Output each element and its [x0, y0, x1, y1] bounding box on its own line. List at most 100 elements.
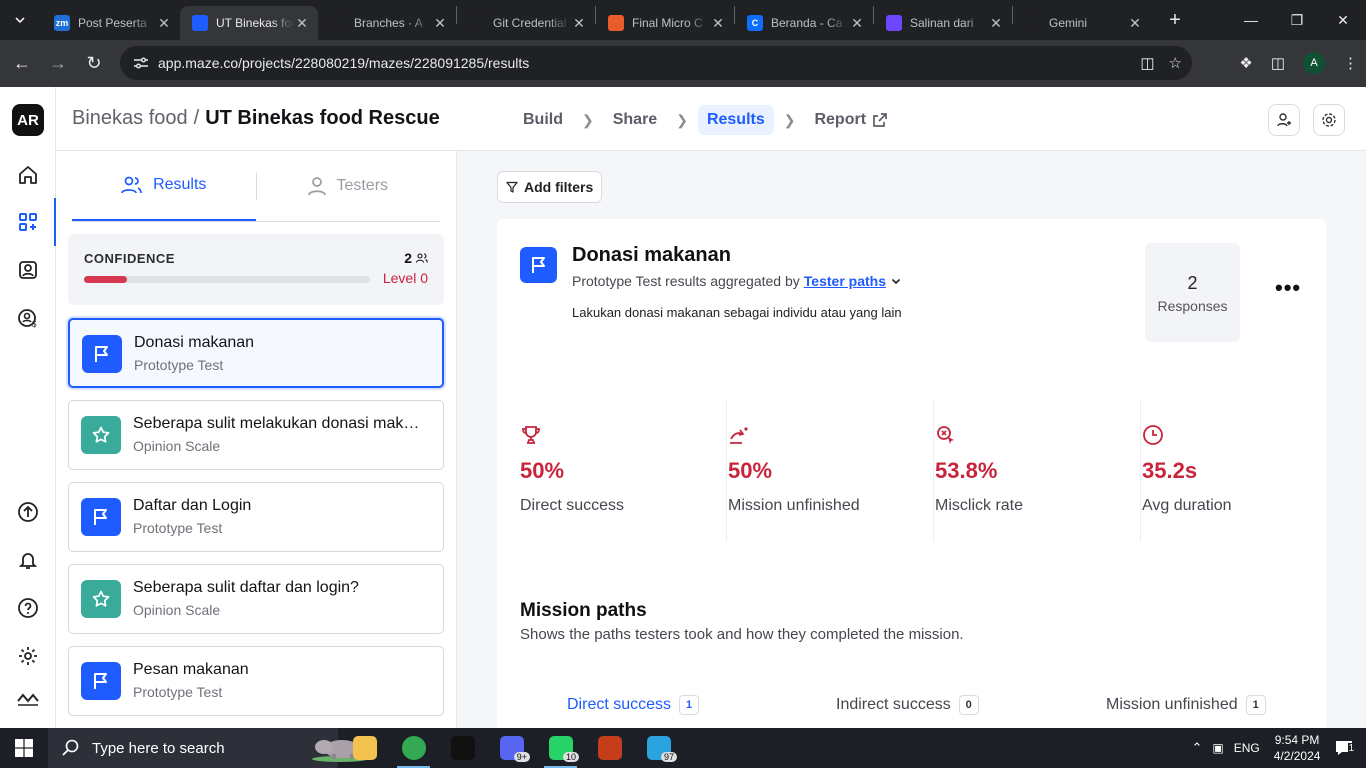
settings-gear-icon[interactable]	[16, 644, 40, 668]
projects-icon[interactable]	[16, 210, 40, 234]
mission-path-tab[interactable]: Indirect success 0	[836, 695, 979, 715]
profile-avatar[interactable]: A	[1303, 52, 1325, 74]
address-bar[interactable]: app.maze.co/projects/228080219/mazes/228…	[120, 46, 1192, 80]
start-button[interactable]	[0, 728, 48, 768]
language-indicator[interactable]: ENG	[1234, 741, 1260, 755]
reload-button[interactable]: ↻	[76, 46, 112, 82]
tab-close-icon[interactable]: ✕	[156, 15, 172, 32]
breadcrumb: Binekas food / UT Binekas food Rescue	[72, 107, 440, 130]
network-icon[interactable]: ▣	[1212, 741, 1223, 755]
add-filters-button[interactable]: Add filters	[497, 171, 603, 203]
taskbar-app-discord-like[interactable]: 9+	[487, 728, 536, 768]
taskbar-search[interactable]: Type here to search	[48, 728, 368, 768]
mission-path-tab[interactable]: Direct success 1	[567, 695, 700, 715]
result-title: Donasi makanan	[572, 244, 731, 266]
home-icon[interactable]	[16, 163, 40, 187]
browser-tab[interactable]: Gemini ✕	[1013, 6, 1151, 40]
taskbar-app-whatsapp[interactable]: 10	[536, 728, 585, 768]
metric-card: 50% Mission unfinished	[727, 400, 934, 542]
block-item[interactable]: Seberapa sulit melakukan donasi makanan?…	[68, 400, 444, 470]
extensions-icon[interactable]: ❖	[1239, 54, 1252, 72]
metric-label: Misclick rate	[935, 497, 1024, 514]
browser-tab[interactable]: zm Post Peserta ✕	[42, 6, 180, 40]
browser-tab[interactable]: UT Binekas food✕	[180, 6, 318, 40]
metric-value: 50%	[728, 458, 773, 483]
tester-count: 2	[404, 250, 412, 266]
browser-tab[interactable]: C Beranda - Ca ✕	[735, 6, 873, 40]
tab-close-icon[interactable]: ✕	[432, 15, 448, 32]
participants-icon[interactable]	[16, 258, 40, 282]
metric-value: 53.8%	[935, 458, 998, 483]
restore-button[interactable]: ❐	[1274, 0, 1320, 40]
browser-menu-icon[interactable]: ⋮	[1343, 54, 1358, 72]
tab-favicon-icon	[469, 15, 485, 31]
confidence-card: CONFIDENCE 2 Level 0	[68, 234, 444, 305]
confidence-count: 2	[404, 250, 428, 266]
confidence-label: CONFIDENCE	[84, 251, 175, 266]
chevron-right-icon: ❯	[676, 111, 688, 128]
notification-center-icon[interactable]: 1	[1334, 739, 1354, 757]
minimize-button[interactable]: —	[1228, 0, 1274, 40]
metric-label: Direct success	[520, 497, 625, 514]
window-controls: — ❐ ✕	[1228, 0, 1366, 40]
notifications-bell-icon[interactable]	[16, 548, 40, 572]
block-item[interactable]: Donasi makanan Prototype Test	[68, 318, 444, 388]
tab-testers[interactable]: Testers	[257, 151, 441, 221]
tab-title: UT Binekas food	[216, 16, 294, 30]
block-item[interactable]: Daftar dan Login Prototype Test	[68, 482, 444, 552]
install-app-icon[interactable]: ◫	[1140, 54, 1154, 72]
taskbar-app-file-explorer[interactable]	[340, 728, 389, 768]
step-report[interactable]: Report	[805, 105, 897, 135]
bookmark-star-icon[interactable]: ☆	[1169, 54, 1182, 72]
browser-tab-strip: zmPost Peserta✕UT Binekas food✕Branches …	[0, 0, 1366, 40]
svg-text:$: $	[32, 320, 37, 329]
tab-search-button[interactable]	[6, 6, 34, 34]
tray-overflow-chevron-icon[interactable]: ⌃	[1191, 740, 1202, 756]
taskbar-app-chrome[interactable]	[389, 728, 438, 768]
workspace-logo[interactable]: AR	[12, 104, 44, 136]
clock[interactable]: 9:54 PM 4/2/2024	[1274, 732, 1321, 764]
new-tab-button[interactable]: +	[1161, 9, 1189, 32]
step-results[interactable]: Results	[697, 105, 774, 135]
block-item[interactable]: Pesan makanan Prototype Test	[68, 646, 444, 716]
billing-icon[interactable]: $	[16, 306, 40, 330]
taskbar-app-telegram[interactable]: 97	[634, 728, 683, 768]
tab-close-icon[interactable]: ✕	[1127, 15, 1143, 32]
breadcrumb-maze[interactable]: UT Binekas food Rescue	[205, 107, 440, 129]
taskbar-app-figma[interactable]	[438, 728, 487, 768]
close-window-button[interactable]: ✕	[1320, 0, 1366, 40]
maze-settings-button[interactable]	[1313, 104, 1345, 136]
aggregate-by-dropdown[interactable]: Tester paths	[804, 273, 886, 289]
block-title: Seberapa sulit melakukan donasi makanan?	[133, 415, 427, 432]
browser-tab[interactable]: Salinan dari ✕	[874, 6, 1012, 40]
block-title: Seberapa sulit daftar dan login?	[133, 579, 359, 596]
tab-title: Final Micro C	[632, 16, 703, 30]
tab-close-icon[interactable]: ✕	[988, 15, 1004, 32]
help-icon[interactable]	[16, 596, 40, 620]
breadcrumb-project[interactable]: Binekas food	[72, 107, 188, 129]
step-build[interactable]: Build	[514, 105, 572, 135]
mission-path-tab[interactable]: Mission unfinished 1	[1106, 695, 1266, 715]
chevron-down-icon[interactable]	[890, 275, 902, 287]
mission-path-tab-label: Direct success	[567, 696, 672, 713]
invite-user-button[interactable]	[1268, 104, 1300, 136]
browser-tab[interactable]: Git Credential ✕	[457, 6, 595, 40]
browser-tab[interactable]: Final Micro C ✕	[596, 6, 734, 40]
block-item[interactable]: Seberapa sulit daftar dan login? Opinion …	[68, 564, 444, 634]
tab-close-icon[interactable]: ✕	[294, 15, 310, 32]
tab-results[interactable]: Results	[72, 151, 256, 221]
site-info-icon[interactable]	[126, 56, 156, 70]
browser-tab[interactable]: Branches · A ✕	[318, 6, 456, 40]
upgrade-icon[interactable]	[16, 500, 40, 524]
taskbar-app-powerpoint[interactable]	[585, 728, 634, 768]
step-share[interactable]: Share	[604, 105, 666, 135]
side-panel-icon[interactable]: ◫	[1271, 54, 1285, 72]
more-options-button[interactable]: •••	[1275, 277, 1301, 299]
chevron-right-icon: ❯	[783, 111, 796, 128]
tab-close-icon[interactable]: ✕	[571, 15, 587, 32]
block-type: Prototype Test	[134, 357, 224, 373]
forward-button[interactable]: →	[40, 46, 76, 82]
back-button[interactable]: ←	[4, 46, 40, 82]
tab-close-icon[interactable]: ✕	[710, 15, 726, 32]
tab-close-icon[interactable]: ✕	[849, 15, 865, 32]
